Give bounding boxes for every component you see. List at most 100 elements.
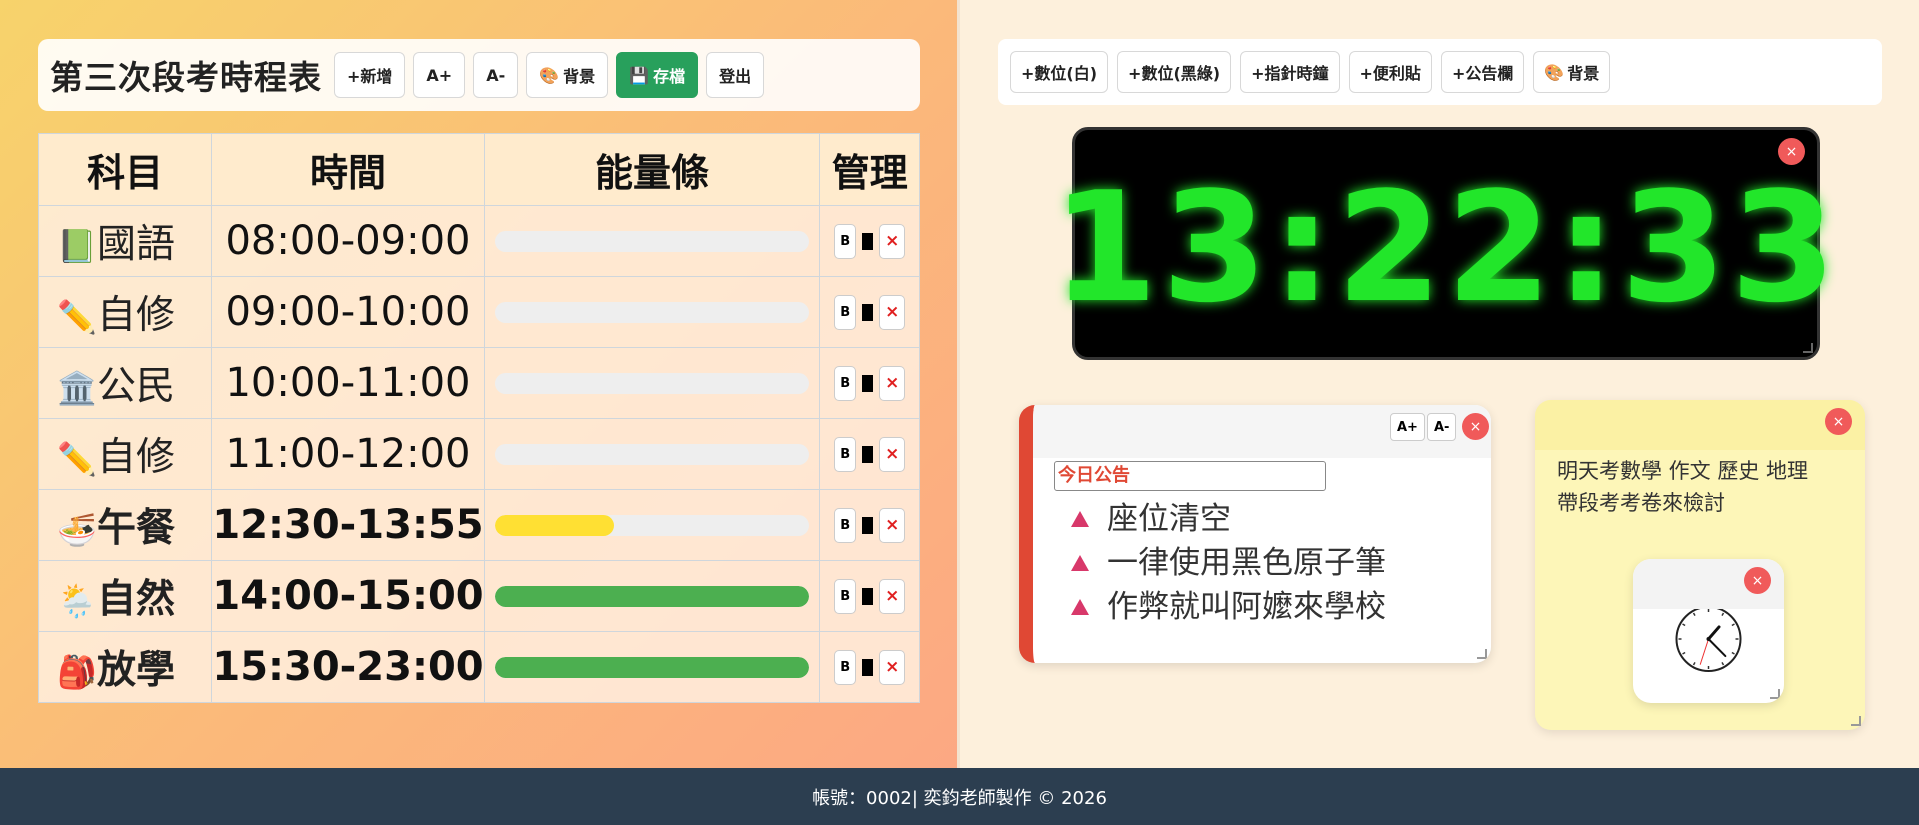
- subject-cell[interactable]: 🌦️自然: [37, 560, 213, 632]
- manage-cell: B ×: [819, 276, 920, 348]
- time-cell[interactable]: 12:30-13:55: [211, 489, 485, 561]
- add-digital-white-clock-button[interactable]: +數位(白): [1010, 51, 1109, 93]
- time-cell[interactable]: 15:30-23:00: [211, 631, 485, 703]
- bold-toggle-button[interactable]: B: [834, 223, 857, 259]
- logout-button[interactable]: 登出: [706, 52, 765, 98]
- notice-title-input[interactable]: 今日公告: [1054, 461, 1326, 491]
- color-swatch-button[interactable]: [862, 374, 874, 392]
- time-label: 11:00-12:00: [225, 431, 471, 477]
- color-swatch-button[interactable]: [862, 516, 874, 534]
- time-cell[interactable]: 14:00-15:00: [211, 560, 485, 632]
- sun-rain-cloud-icon: 🌦️: [57, 582, 97, 620]
- subject-cell[interactable]: 🎒放學: [37, 631, 213, 703]
- color-swatch-button[interactable]: [862, 303, 874, 321]
- notice-list[interactable]: 座位清空 一律使用黑色原子筆 作弊就叫阿嬤來學校: [1071, 497, 1386, 629]
- close-icon[interactable]: ×: [1462, 413, 1489, 440]
- page-title: 第三次段考時程表: [50, 58, 322, 97]
- digital-clock-widget[interactable]: 13:22:33 ×: [1052, 127, 1836, 360]
- time-label: 09:00-10:00: [225, 289, 471, 335]
- table-row: 🎒放學 15:30-23:00 B ×: [37, 631, 920, 703]
- energy-bar: [494, 372, 810, 394]
- add-row-button[interactable]: +新增: [334, 52, 406, 98]
- subject-cell[interactable]: 🏛️公民: [37, 347, 213, 419]
- add-sticky-note-button[interactable]: +便利貼: [1348, 51, 1432, 93]
- column-header-energy-bar: 能量條: [483, 133, 821, 206]
- delete-row-button[interactable]: ×: [879, 365, 906, 401]
- delete-row-button[interactable]: ×: [879, 507, 906, 543]
- font-increase-button[interactable]: A+: [413, 52, 466, 98]
- notice-font-increase-button[interactable]: A+: [1390, 413, 1425, 441]
- delete-row-button[interactable]: ×: [879, 436, 906, 472]
- resize-handle[interactable]: [1477, 649, 1487, 659]
- add-notice-board-button[interactable]: +公告欄: [1440, 51, 1525, 93]
- resize-handle[interactable]: [1803, 343, 1813, 353]
- time-label: 12:30-13:55: [212, 502, 484, 548]
- classical-building-icon: 🏛️: [57, 369, 97, 407]
- table-row: 🍜午餐 12:30-13:55 B ×: [37, 489, 920, 561]
- manage-cell: B ×: [819, 560, 920, 632]
- subject-cell[interactable]: 📗國語: [37, 205, 213, 277]
- subject-cell[interactable]: ✏️自修: [37, 418, 213, 490]
- notice-item-text: 一律使用黑色原子筆: [1107, 545, 1386, 581]
- bold-toggle-button[interactable]: B: [834, 365, 857, 401]
- bold-toggle-button[interactable]: B: [834, 649, 857, 685]
- notice-item: 一律使用黑色原子筆: [1071, 541, 1386, 585]
- delete-row-button[interactable]: ×: [879, 578, 906, 614]
- time-label: 15:30-23:00: [212, 644, 484, 690]
- subject-label: 午餐: [97, 506, 176, 551]
- analog-clock-widget[interactable]: ×: [1633, 559, 1784, 703]
- green-book-icon: 📗: [57, 227, 97, 265]
- table-row: 🌦️自然 14:00-15:00 B ×: [37, 560, 920, 632]
- subject-label: 公民: [97, 364, 176, 409]
- triangle-bullet-icon: [1071, 511, 1089, 527]
- column-header-subject: 科目: [37, 133, 213, 206]
- time-cell[interactable]: 08:00-09:00: [211, 205, 485, 277]
- close-icon[interactable]: ×: [1825, 408, 1852, 435]
- delete-row-button[interactable]: ×: [879, 294, 906, 330]
- color-swatch-button[interactable]: [862, 658, 874, 676]
- add-digital-black-green-clock-button[interactable]: +數位(黑綠): [1117, 51, 1232, 93]
- bold-toggle-button[interactable]: B: [834, 578, 857, 614]
- footer-text: 帳號：0002| 奕鈞老師製作 © 2026: [812, 787, 1107, 809]
- background-button[interactable]: 🎨 背景: [526, 52, 609, 98]
- notice-font-decrease-button[interactable]: A-: [1427, 413, 1457, 441]
- subject-cell[interactable]: ✏️自修: [37, 276, 213, 348]
- sticky-note-header[interactable]: [1535, 400, 1865, 450]
- sticky-note-text[interactable]: 明天考數學 作文 歷史 地理 帶段考考卷來檢討: [1557, 455, 1808, 519]
- color-swatch-button[interactable]: [862, 445, 874, 463]
- close-icon[interactable]: ×: [1744, 567, 1771, 594]
- bold-toggle-button[interactable]: B: [834, 436, 857, 472]
- triangle-bullet-icon: [1071, 599, 1089, 615]
- add-analog-clock-button[interactable]: +指針時鐘: [1240, 51, 1340, 93]
- time-cell[interactable]: 10:00-11:00: [211, 347, 485, 419]
- subject-label: 國語: [97, 222, 176, 267]
- delete-row-button[interactable]: ×: [879, 649, 906, 685]
- time-cell[interactable]: 09:00-10:00: [211, 276, 485, 348]
- save-button[interactable]: 💾 存檔: [616, 52, 699, 98]
- widget-toolbar: +數位(白) +數位(黑綠) +指針時鐘 +便利貼 +公告欄 🎨 背景: [998, 39, 1882, 105]
- manage-cell: B ×: [819, 489, 920, 561]
- delete-row-button[interactable]: ×: [879, 223, 906, 259]
- subject-cell[interactable]: 🍜午餐: [37, 489, 213, 561]
- color-swatch-button[interactable]: [862, 232, 874, 250]
- footer: 帳號：0002| 奕鈞老師製作 © 2026: [0, 768, 1919, 825]
- bold-toggle-button[interactable]: B: [834, 294, 857, 330]
- color-swatch-button[interactable]: [862, 587, 874, 605]
- digital-clock-time: 13:22:33: [1051, 159, 1841, 336]
- manage-cell: B ×: [819, 631, 920, 703]
- table-row: ✏️自修 11:00-12:00 B ×: [37, 418, 920, 490]
- time-cell[interactable]: 11:00-12:00: [211, 418, 485, 490]
- widget-background-button[interactable]: 🎨 背景: [1533, 51, 1611, 93]
- resize-handle[interactable]: [1851, 716, 1861, 726]
- energy-bar: [494, 585, 810, 607]
- notice-board-widget[interactable]: A+ A- × 今日公告 座位清空 一律使用黑色原子筆 作弊就叫阿嬤來學校: [1019, 405, 1491, 663]
- backpack-icon: 🎒: [57, 653, 97, 691]
- close-icon[interactable]: ×: [1778, 138, 1805, 165]
- resize-handle[interactable]: [1770, 689, 1780, 699]
- font-decrease-button[interactable]: A-: [473, 52, 519, 98]
- floppy-disk-icon: 💾: [629, 65, 650, 85]
- schedule-table: 科目 時間 能量條 管理 📗國語 08:00-09:00 B × ✏️自修 09:00-1…: [37, 133, 920, 703]
- notice-board-header[interactable]: A+ A- ×: [1033, 405, 1491, 458]
- bold-toggle-button[interactable]: B: [834, 507, 857, 543]
- notice-item-text: 座位清空: [1107, 501, 1231, 537]
